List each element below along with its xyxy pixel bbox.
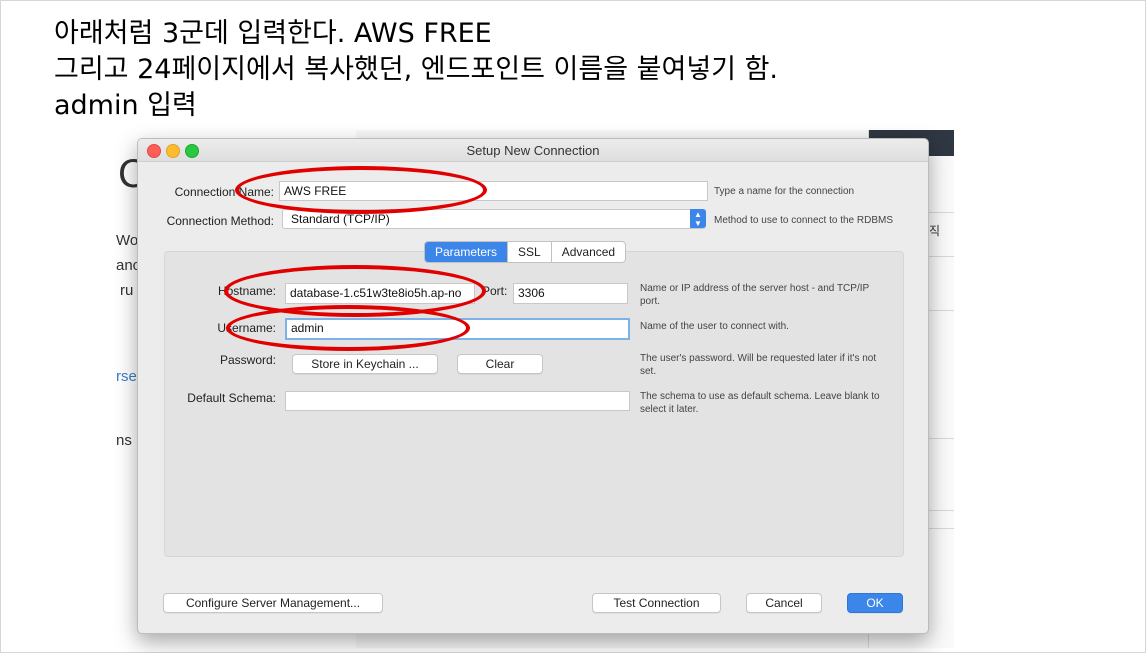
ok-button[interactable]: OK [847,593,903,613]
instruction-line-3: admin 입력 [54,90,197,121]
default-schema-hint: The schema to use as default schema. Lea… [640,391,880,415]
connection-method-value: Standard (TCP/IP) [291,212,390,226]
password-hint: The user's password. Will be requested l… [640,353,877,377]
background-text-fragment: ns [116,432,132,449]
default-schema-label: Default Schema: [187,391,276,405]
annotation-circle-username [226,305,470,351]
username-hint: Name of the user to connect with. [640,321,789,332]
annotation-circle-connection-name [235,166,487,214]
connection-method-hint: Method to use to connect to the RDBMS [714,215,893,226]
connection-method-label: Connection Method: [166,214,274,228]
test-connection-button[interactable]: Test Connection [592,593,721,613]
port-input[interactable]: 3306 [513,283,628,304]
tab-advanced[interactable]: Advanced [550,242,625,262]
background-link-fragment: rse [116,368,137,385]
clear-password-button[interactable]: Clear [457,354,543,374]
instruction-line-1: 아래처럼 3군데 입력한다. AWS FREE [54,18,492,49]
background-right-tab: 직 [929,224,941,238]
dialog-title: Setup New Connection [466,143,600,158]
connection-tabs: Parameters SSL Advanced [424,241,627,263]
password-label: Password: [219,353,276,367]
instruction-line-2: 그리고 24페이지에서 복사했던, 엔드포인트 이름을 붙여넣기 함. [54,54,779,85]
background-text-fragment: ru [120,282,134,299]
tab-parameters[interactable]: Parameters [425,242,508,262]
cancel-button[interactable]: Cancel [746,593,822,613]
tab-ssl[interactable]: SSL [507,242,551,262]
slide-instructions: 아래처럼 3군데 입력한다. AWS FREE 그리고 24페이지에서 복사했던… [54,16,778,124]
configure-server-management-button[interactable]: Configure Server Management... [163,593,383,613]
hostname-hint: Name or IP address of the server host - … [640,283,869,307]
store-in-keychain-button[interactable]: Store in Keychain ... [292,354,438,374]
default-schema-input[interactable] [285,391,630,411]
dialog-titlebar: Setup New Connection [138,139,928,162]
setup-connection-dialog: Setup New Connection Connection Name: AW… [137,138,929,634]
chevron-updown-icon: ▲ ▼ [690,209,706,228]
connection-name-hint: Type a name for the connection [714,186,855,197]
